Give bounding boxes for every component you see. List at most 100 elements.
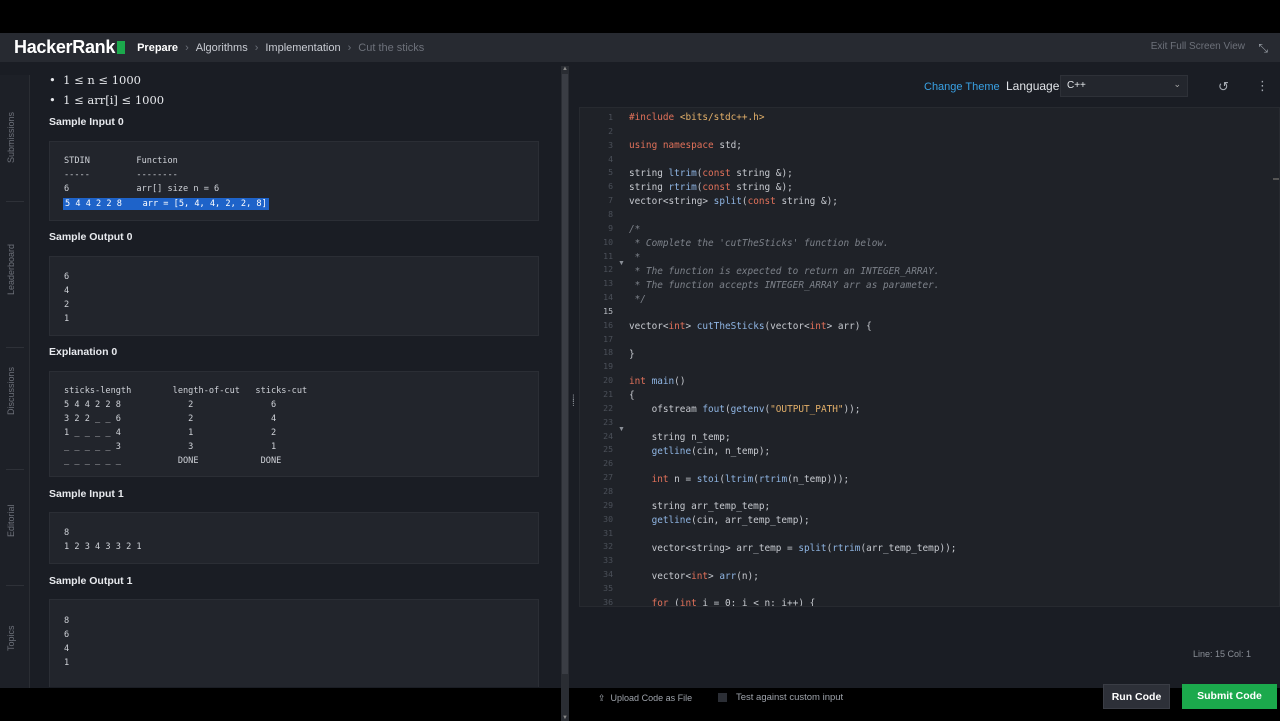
code-line: getline(cin, n_temp); — [651, 446, 771, 457]
line-number: 1 — [608, 112, 613, 122]
sample-output-0-box: 6 4 2 1 — [49, 256, 539, 336]
constraint-text: 1 ≤ arr[i] ≤ 1000 — [63, 93, 165, 107]
scroll-down-icon[interactable]: ▼ — [561, 715, 569, 721]
rail-divider — [6, 469, 24, 470]
code-line: for (int i = 0; i < n; i++) { — [651, 598, 816, 607]
output-line: 8 — [64, 616, 70, 626]
code-line: vector<int> cutTheSticks(vector<int> arr… — [629, 321, 872, 332]
output-line: 4 — [64, 286, 70, 296]
line-number: 18 — [603, 347, 613, 358]
line-number: 29 — [603, 499, 613, 510]
line-number: 12 — [603, 264, 613, 275]
language-value: C++ — [1067, 80, 1086, 91]
code-line: { — [629, 390, 635, 401]
editor-footer: ⇪ Upload Code as File Test against custo… — [578, 681, 1280, 713]
line-number: 35 — [603, 582, 613, 593]
code-editor[interactable]: 1 2 3 4 5 6 7 8 9 10 11 12 13 14 15 16 17 18 19 20 21 22 23 24 2… — [579, 107, 1280, 607]
code-line: * The function is expected to return an … — [629, 266, 940, 277]
rail-divider — [6, 585, 24, 586]
rail-discussions[interactable]: Discussions — [6, 367, 16, 415]
output-line: 4 — [64, 644, 70, 654]
scroll-thumb[interactable] — [562, 74, 568, 674]
custom-input-label[interactable]: Test against custom input — [736, 692, 843, 703]
code-line: ofstream fout(getenv("OUTPUT_PATH")); — [629, 404, 861, 415]
line-number: 8 — [608, 208, 613, 219]
line-number: 32 — [603, 541, 613, 552]
output-line: 6 — [64, 630, 70, 640]
upload-code-button[interactable]: ⇪ Upload Code as File — [598, 693, 692, 704]
code-line: using namespace std; — [629, 140, 742, 151]
problem-scrollbar[interactable]: ▲ ▼ — [561, 66, 569, 721]
line-number: 10 — [603, 236, 613, 247]
constraint-item: • 1 ≤ arr[i] ≤ 1000 — [49, 93, 165, 107]
line-number: 22 — [603, 402, 613, 413]
output-line: 1 — [64, 314, 70, 324]
breadcrumb-algorithms[interactable]: Algorithms — [196, 42, 248, 54]
chevron-down-icon: ⌄ — [1173, 79, 1181, 89]
code-line: getline(cin, arr_temp_temp); — [651, 515, 810, 526]
stdin-line: 6 arr[] size n = 6 — [64, 184, 220, 194]
hackerrank-logo[interactable]: HackerRank — [14, 37, 126, 58]
exit-fullscreen-link[interactable]: Exit Full Screen View — [1151, 41, 1245, 52]
code-line: } — [629, 349, 635, 360]
fold-arrow-icon[interactable]: ▼ — [618, 260, 625, 267]
code-line: /* — [629, 224, 641, 235]
line-number: 20 — [603, 375, 613, 386]
breadcrumb: Prepare › Algorithms › Implementation › … — [137, 42, 424, 54]
pane-resize-handle-icon[interactable]: ⁞ ⁞ — [572, 395, 575, 409]
output-line: 2 — [64, 300, 70, 310]
line-number: 26 — [603, 458, 613, 469]
explanation-line: sticks-length length-of-cut sticks-cut — [64, 386, 308, 396]
rail-topics[interactable]: Topics — [6, 625, 16, 651]
line-number: 16 — [603, 319, 613, 330]
code-line: vector<string> arr_temp = split(rtrim(ar… — [629, 543, 957, 554]
custom-input-checkbox[interactable] — [718, 693, 727, 702]
submit-code-button[interactable]: Submit Code — [1182, 684, 1277, 709]
line-number: 17 — [603, 333, 613, 344]
line-number: 13 — [603, 278, 613, 289]
code-line: string ltrim(const string &); — [629, 168, 793, 179]
more-options-icon[interactable]: ⋮ — [1256, 78, 1269, 94]
line-number: 23 — [603, 416, 613, 427]
rail-divider — [6, 201, 24, 202]
history-icon[interactable]: ↺ — [1218, 79, 1229, 95]
scroll-up-icon[interactable]: ▲ — [561, 66, 569, 72]
rail-editorial[interactable]: Editorial — [6, 504, 16, 537]
line-number: 11 — [603, 250, 613, 261]
code-line: */ — [629, 294, 646, 305]
line-number: 21 — [603, 389, 613, 399]
sample-input-0-title: Sample Input 0 — [49, 116, 124, 128]
cursor-position-status: Line: 15 Col: 1 — [1193, 649, 1252, 659]
explanation-line: _ _ _ _ _ 3 3 1 — [64, 442, 277, 452]
explanation-line: 3 2 2 _ _ 6 2 4 — [64, 414, 277, 424]
breadcrumb-prepare[interactable]: Prepare — [137, 42, 178, 54]
code-line: string arr_temp_temp; — [629, 501, 771, 512]
selected-stdin-line: 5 4 4 2 2 8 arr = [5, 4, 4, 2, 2, 8] — [63, 198, 269, 210]
code-line: string n_temp; — [629, 432, 731, 443]
run-code-button[interactable]: Run Code — [1103, 684, 1170, 709]
rail-leaderboard[interactable]: Leaderboard — [6, 244, 16, 295]
explanation-0-title: Explanation 0 — [49, 346, 118, 358]
input-line: 1 2 3 4 3 3 2 1 — [64, 542, 142, 552]
change-theme-link[interactable]: Change Theme — [924, 81, 1000, 93]
logo-square-icon — [117, 41, 126, 54]
line-number: 7 — [608, 195, 613, 206]
fold-arrow-icon[interactable]: ▼ — [618, 426, 625, 433]
breadcrumb-implementation[interactable]: Implementation — [265, 42, 340, 54]
line-number: 15 — [603, 305, 613, 316]
rail-submissions[interactable]: Submissions — [6, 112, 16, 163]
code-line: #include <bits/stdc++.h> — [629, 112, 765, 123]
line-number: 2 — [608, 125, 613, 136]
line-number: 33 — [603, 555, 613, 566]
explanation-line: 1 _ _ _ _ 4 1 2 — [64, 428, 277, 438]
app-frame: HackerRank Prepare › Algorithms › Implem… — [0, 33, 1280, 721]
line-number: 4 — [608, 153, 613, 164]
line-number: 34 — [603, 569, 613, 580]
rail-divider — [6, 347, 24, 348]
line-number: 5 — [608, 167, 613, 178]
line-number: 19 — [603, 361, 613, 372]
sample-input-1-title: Sample Input 1 — [49, 488, 124, 500]
collapse-fullscreen-icon[interactable]: ⤡ — [1258, 41, 1268, 56]
language-select[interactable]: C++ ⌄ — [1060, 75, 1188, 97]
editor-scroll-marker — [1273, 178, 1279, 180]
